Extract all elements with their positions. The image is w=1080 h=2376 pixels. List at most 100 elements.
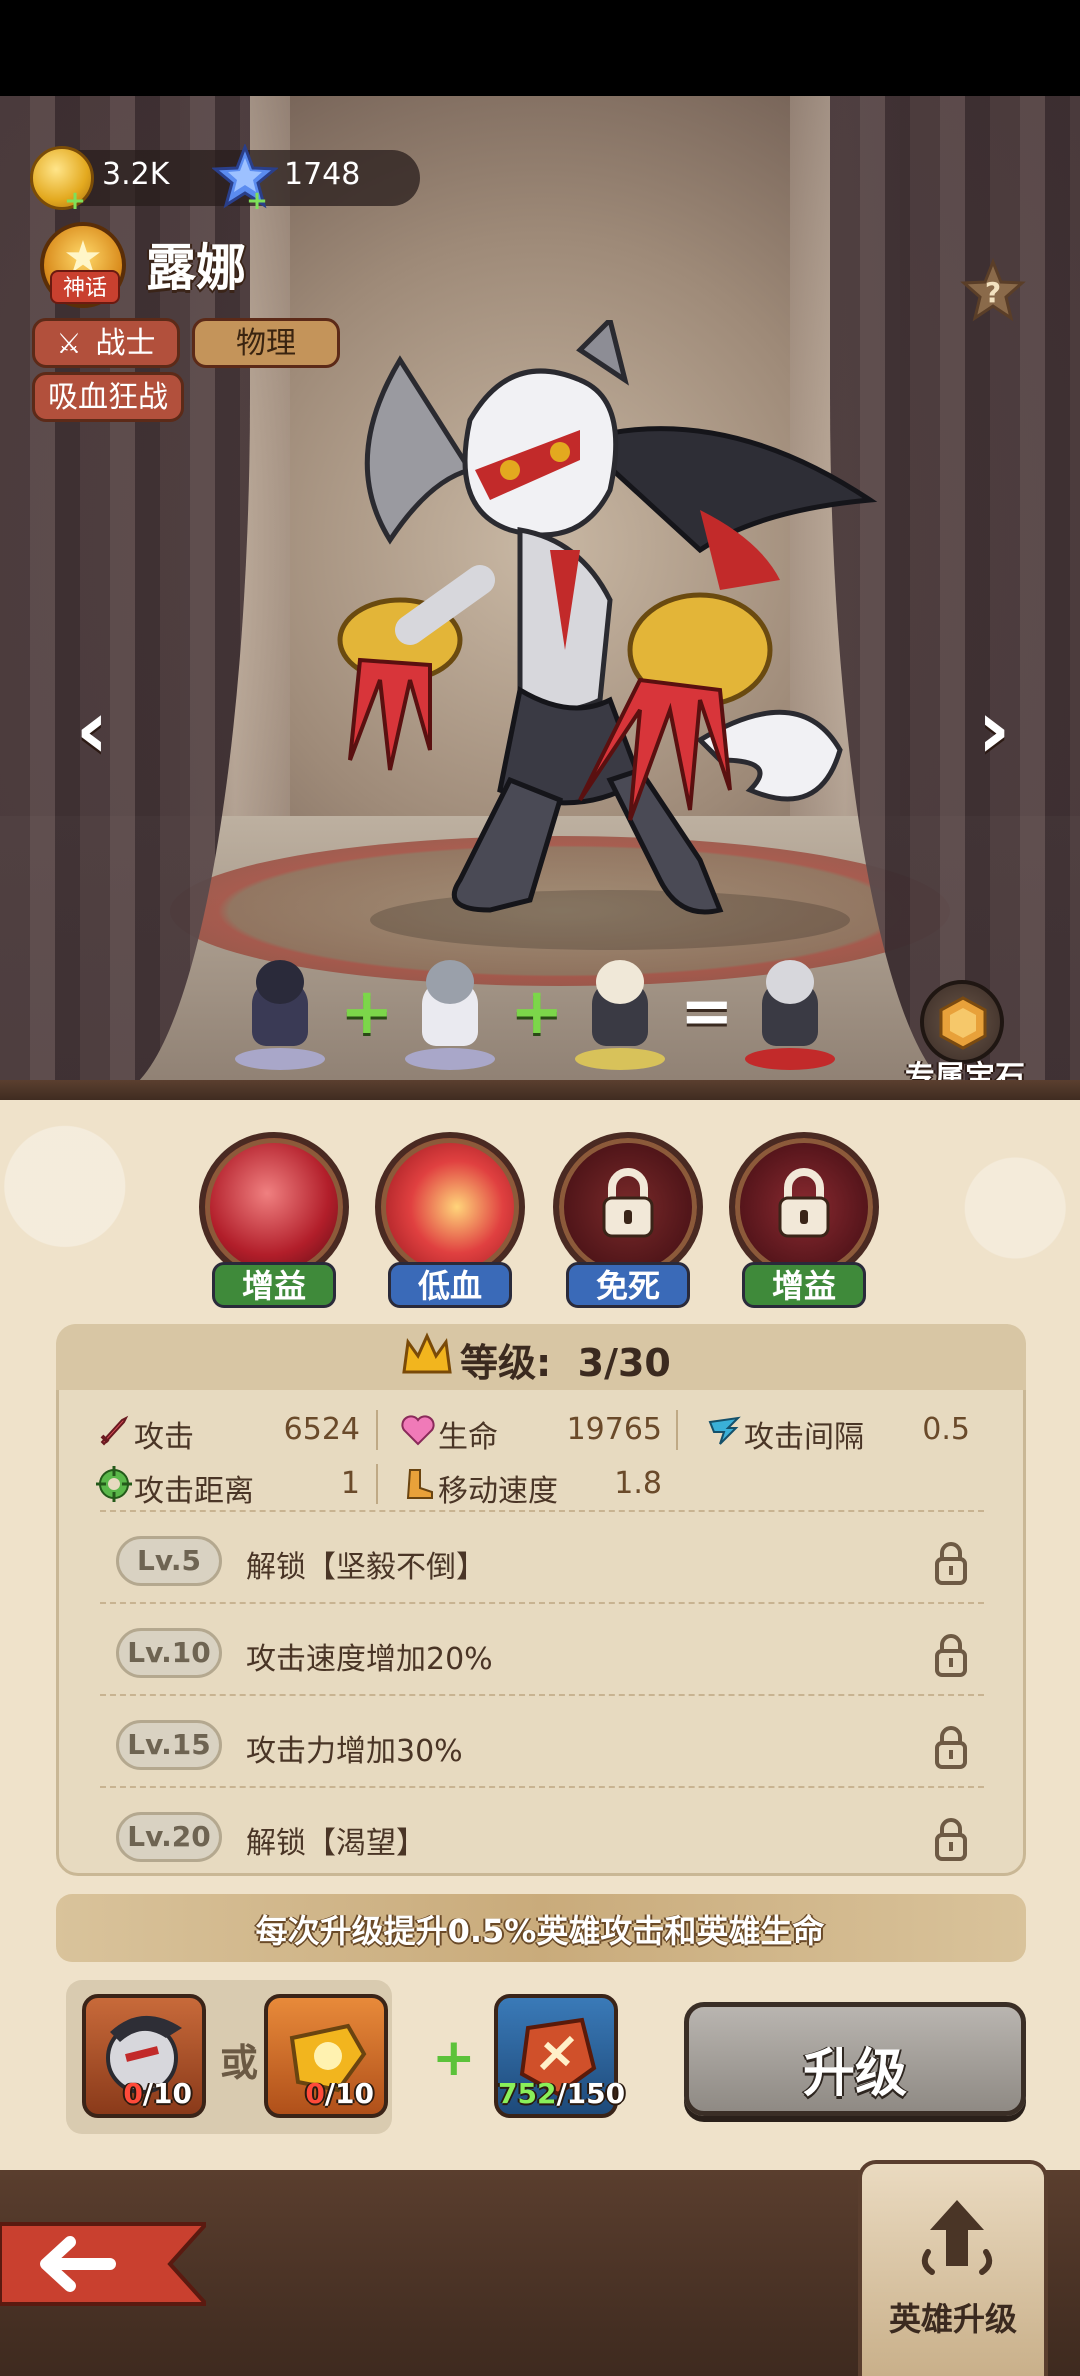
wing-speed-icon	[708, 1416, 741, 1445]
upgrade-stone-need: /150	[556, 2077, 626, 2110]
attack-label: 攻击	[134, 1420, 194, 1455]
fusion-ingredient-gunslinger[interactable]	[570, 960, 670, 1070]
level-milestone-row: Lv.15 攻击力增加30%	[100, 1706, 984, 1786]
fusion-ingredient-ninja[interactable]	[230, 960, 330, 1070]
lock-icon	[935, 1726, 967, 1769]
hero-shard-have: 0	[123, 2077, 143, 2110]
hero-head	[256, 960, 304, 1004]
milestone-description: 攻击力增加30%	[246, 1734, 463, 1769]
hero-name: 露娜	[146, 239, 246, 297]
crossed-swords-icon: ⚔	[56, 327, 82, 360]
tab-hero-upgrade-label: 英雄升级	[888, 2300, 1017, 2338]
milestone-level-badge: Lv.20	[116, 1812, 222, 1862]
add-gem-icon[interactable]: +	[246, 188, 268, 214]
class-tag: ⚔ 战士	[32, 318, 180, 368]
skill-label: 免死	[566, 1262, 690, 1308]
divider	[676, 1410, 678, 1450]
skill-label: 增益	[212, 1262, 336, 1308]
universal-token-need: /10	[324, 2077, 374, 2110]
universal-token-count: 0/10	[268, 2077, 384, 2110]
divider	[100, 1694, 984, 1696]
skill-slot-1[interactable]: 增益	[194, 1132, 354, 1312]
lock-icon	[602, 1168, 654, 1238]
fusion-recipe: + + =	[230, 960, 850, 1080]
hp-label: 生命	[438, 1420, 498, 1455]
or-label: 或	[220, 2041, 259, 2085]
lock-icon	[935, 1634, 967, 1677]
hero-shard-count: 0/10	[86, 2077, 202, 2110]
hero-shard-item[interactable]: 0/10	[82, 1994, 206, 2118]
fusion-result-hero[interactable]	[740, 960, 840, 1070]
hero-base	[405, 1048, 495, 1070]
divider	[376, 1464, 378, 1504]
milestone-description: 解锁【坚毅不倒】	[246, 1550, 486, 1585]
skill-label: 增益	[742, 1262, 866, 1308]
skill-slot-2[interactable]: 低血	[370, 1132, 530, 1312]
lock-icon	[778, 1168, 830, 1238]
star-gem-icon[interactable]	[212, 144, 278, 210]
fusion-ingredient-knight[interactable]	[400, 960, 500, 1070]
skill-slot-4[interactable]: 增益	[724, 1132, 884, 1312]
equals-icon: =	[680, 975, 734, 1049]
upgrade-button[interactable]: 升级	[684, 2002, 1026, 2116]
hero-head	[766, 960, 814, 1004]
level-title: 等级:	[460, 1341, 552, 1385]
help-icon[interactable]: ?	[960, 258, 1026, 324]
skill-orb	[199, 1132, 349, 1282]
hero-head	[426, 960, 474, 1004]
divider	[100, 1786, 984, 1788]
level-value: 3/30	[577, 1341, 671, 1385]
hero-base	[235, 1048, 325, 1070]
tab-hero-upgrade[interactable]: 英雄升级	[858, 2160, 1048, 2376]
skill-orb	[375, 1132, 525, 1282]
universal-token-item[interactable]: 0/10	[264, 1994, 388, 2118]
upgrade-arrow-icon	[921, 2200, 993, 2275]
universal-token-have: 0	[305, 2077, 325, 2110]
attack-value: 6524	[283, 1412, 360, 1447]
svg-text:?: ?	[985, 276, 1001, 309]
divider	[376, 1410, 378, 1450]
next-hero-arrow-icon[interactable]: ›	[964, 690, 1024, 770]
upgrade-info-text: 每次升级提升0.5%英雄攻击和英雄生命	[255, 1912, 825, 1950]
rank-label: 神话	[50, 270, 120, 304]
heart-icon	[401, 1415, 435, 1446]
lock-icon	[935, 1818, 967, 1861]
hero-base	[745, 1048, 835, 1070]
plus-icon: +	[432, 2028, 476, 2088]
upgrade-stone-have: 752	[498, 2077, 557, 2110]
sword-icon	[100, 1415, 129, 1446]
hero-head	[596, 960, 644, 1004]
plus-icon: +	[340, 975, 394, 1049]
upgrade-stone-count: 752/150	[498, 2077, 625, 2110]
hp-value: 19765	[566, 1412, 662, 1447]
hero-illustration	[337, 320, 878, 950]
upgrade-stone-item[interactable]: 752/150	[494, 1994, 625, 2118]
gem-amount: 1748	[284, 157, 361, 192]
lock-icon	[935, 1542, 967, 1585]
level-milestone-row: Lv.10 攻击速度增加20%	[100, 1614, 984, 1694]
attack-range-label: 攻击距离	[134, 1474, 254, 1509]
skill-label: 低血	[388, 1262, 512, 1308]
hero-base	[575, 1048, 665, 1070]
skill-slot-3[interactable]: 免死	[548, 1132, 708, 1312]
move-speed-label: 移动速度	[438, 1474, 558, 1509]
divider	[100, 1510, 984, 1512]
attack-interval-value: 0.5	[922, 1412, 970, 1447]
add-gold-icon[interactable]: +	[64, 188, 86, 214]
milestone-level-badge: Lv.15	[116, 1720, 222, 1770]
milestone-description: 解锁【渴望】	[246, 1826, 426, 1861]
hero-level: 等级: 3/30	[460, 1332, 671, 1387]
previous-hero-arrow-icon[interactable]: ‹	[62, 690, 122, 770]
back-arrow-icon[interactable]	[0, 2214, 206, 2314]
class-tag-label: 战士	[95, 326, 156, 361]
skill-type-tag: 吸血狂战	[32, 372, 184, 422]
milestone-level-badge: Lv.10	[116, 1628, 222, 1678]
move-speed-value: 1.8	[614, 1466, 662, 1501]
milestone-level-badge: Lv.5	[116, 1536, 222, 1586]
upgrade-button-label: 升级	[802, 2044, 907, 2104]
status-bar	[0, 0, 1080, 96]
level-milestone-row: Lv.5 解锁【坚毅不倒】	[100, 1522, 984, 1602]
divider	[100, 1602, 984, 1604]
crown-icon	[402, 1332, 452, 1374]
hexagon-gem-icon	[939, 996, 987, 1050]
